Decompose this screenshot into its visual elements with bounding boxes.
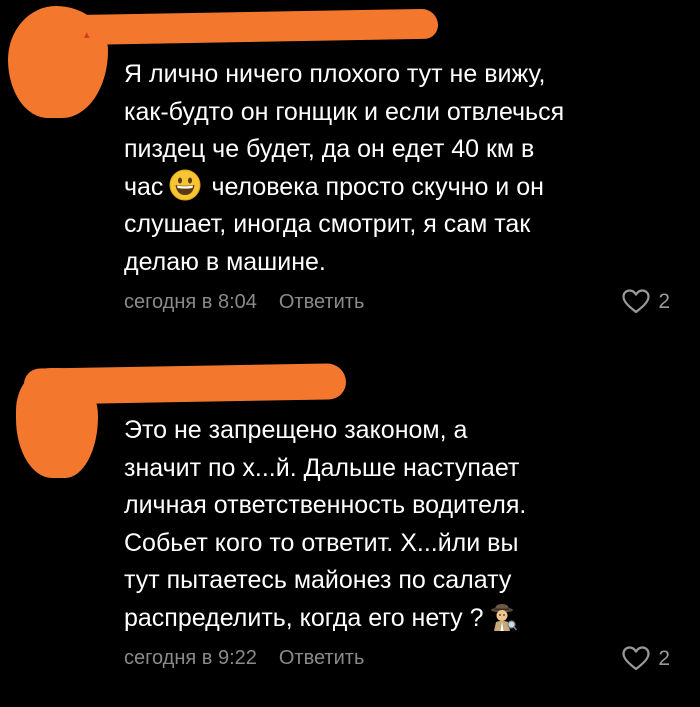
comment-timestamp: сегодня в 8:04 bbox=[124, 291, 257, 313]
detective-emoji-icon bbox=[490, 603, 517, 631]
comment-meta: сегодня в 8:04 Ответить bbox=[124, 291, 364, 314]
heart-outline-icon bbox=[622, 646, 650, 671]
comment-line: как-будто он гонщик и если отвлечься bbox=[124, 97, 565, 126]
comment-line: значит по х...й. Дальше наступает bbox=[124, 453, 520, 482]
comment-line: слушает, иногда смотрит, я сам так bbox=[124, 210, 531, 238]
like-button[interactable]: 2 bbox=[622, 289, 670, 314]
comment-line: Я лично ничего плохого тут не вижу, bbox=[124, 60, 546, 88]
comment-fragment: распределить, когда его нету ? bbox=[124, 603, 484, 632]
comment-line: Это не запрещено законом, а bbox=[124, 416, 468, 444]
comment-timestamp: сегодня в 9:22 bbox=[124, 647, 257, 669]
comment-line: делаю в машине. bbox=[124, 247, 326, 276]
comment-fragment: человека просто скучно и он bbox=[211, 172, 544, 201]
comment-fragment: час bbox=[124, 172, 164, 201]
comment-line-with-emoji: час человека просто скучно и он bbox=[124, 169, 684, 207]
comment-line-with-emoji: распределить, когда его нету ? bbox=[124, 600, 684, 638]
comment-line: Собьет кого то ответит. Х...йли вы bbox=[124, 528, 519, 557]
reply-button[interactable]: Ответить bbox=[279, 291, 365, 314]
redacted-username bbox=[23, 363, 347, 405]
comment-meta: сегодня в 9:22 Ответить bbox=[124, 647, 364, 670]
like-count: 2 bbox=[658, 646, 670, 670]
like-count: 2 bbox=[658, 289, 670, 313]
heart-outline-icon bbox=[622, 289, 650, 314]
grinning-face-emoji-icon bbox=[169, 169, 201, 200]
comment-text: Я лично ничего плохого тут не вижу, как-… bbox=[124, 56, 684, 281]
redaction-artifact-icon: ▴ bbox=[84, 29, 90, 41]
redacted-username bbox=[57, 8, 439, 46]
comment-text: Это не запрещено законом, а значит по х.… bbox=[124, 412, 684, 637]
like-button[interactable]: 2 bbox=[622, 646, 670, 671]
comment-line: тут пытаетесь майонез по салату bbox=[124, 566, 512, 594]
reply-button[interactable]: Ответить bbox=[279, 647, 365, 670]
comment-line: личная ответственность водителя. bbox=[124, 491, 527, 519]
comment-2: Это не запрещено законом, а значит по х.… bbox=[0, 360, 700, 707]
comment-1: ▴ Я лично ничего плохого тут не вижу, ка… bbox=[0, 0, 700, 340]
comment-line: пиздец че будет, да он едет 40 км в bbox=[124, 135, 535, 163]
